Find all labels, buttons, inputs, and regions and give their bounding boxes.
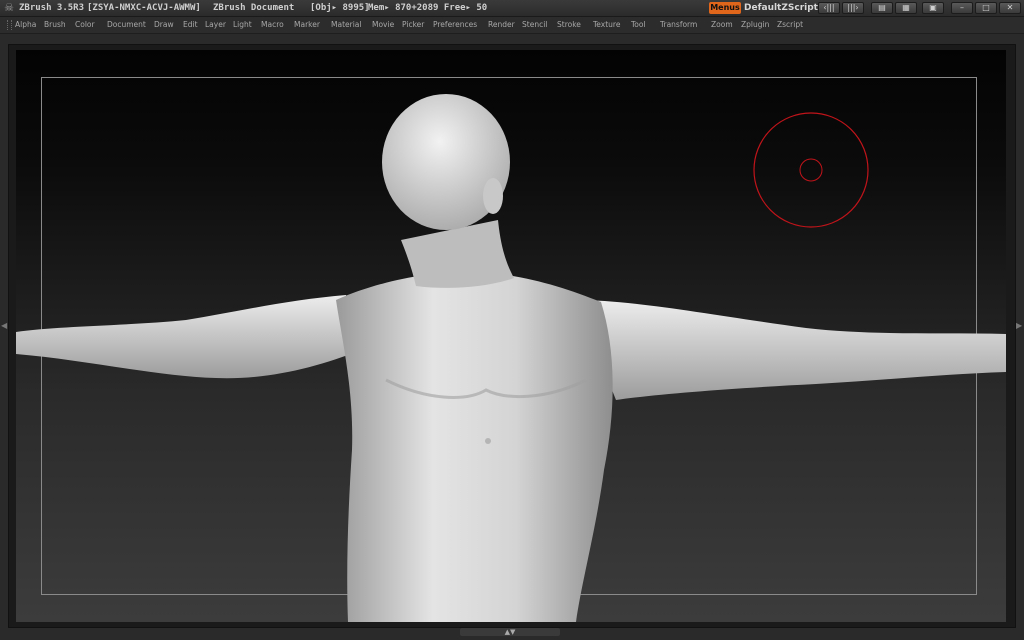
menu-texture[interactable]: Texture xyxy=(593,19,620,31)
menu-stencil[interactable]: Stencil xyxy=(522,19,547,31)
menu-transform[interactable]: Transform xyxy=(660,19,697,31)
model-nipple xyxy=(485,438,491,444)
menu-preferences[interactable]: Preferences xyxy=(433,19,477,31)
menu-grip-icon[interactable] xyxy=(7,20,12,30)
mem-readout: Mem▸ 870+2089 Free▸ 50 xyxy=(368,3,488,13)
menu-macro[interactable]: Macro xyxy=(261,19,284,31)
menu-layer[interactable]: Layer xyxy=(205,19,226,31)
restore-icon[interactable]: □ xyxy=(975,2,997,14)
menu-alpha[interactable]: Alpha xyxy=(15,19,36,31)
brush-cursor xyxy=(753,112,869,228)
menu-movie[interactable]: Movie xyxy=(372,19,394,31)
menu-light[interactable]: Light xyxy=(233,19,252,31)
model-neck xyxy=(401,220,514,288)
menu-zplugin[interactable]: Zplugin xyxy=(741,19,769,31)
menus-button[interactable]: Menus xyxy=(709,2,741,14)
minimize-icon[interactable]: – xyxy=(951,2,973,14)
menu-marker[interactable]: Marker xyxy=(294,19,320,31)
slider-right-icon[interactable]: |||› xyxy=(842,2,864,14)
menu-material[interactable]: Material xyxy=(331,19,361,31)
menu-tool[interactable]: Tool xyxy=(631,19,646,31)
document-canvas[interactable] xyxy=(16,50,1006,622)
zbrush-logo-icon: ☠ xyxy=(4,1,14,14)
bottom-tray-handle-icon[interactable]: ▲▼ xyxy=(460,628,560,636)
menu-document[interactable]: Document xyxy=(107,19,146,31)
menu-picker[interactable]: Picker xyxy=(402,19,424,31)
lock-icon[interactable]: ▣ xyxy=(922,2,944,14)
license-id: [ZSYA-NMXC-ACVJ-AWMW] xyxy=(87,3,201,13)
menu-bar: Alpha Brush Color Document Draw Edit Lay… xyxy=(0,17,1024,34)
model-right-arm xyxy=(576,300,1006,400)
default-zscript-label[interactable]: DefaultZScript xyxy=(744,1,818,15)
layout-alt-icon[interactable]: ▦ xyxy=(895,2,917,14)
app-title: ZBrush 3.5R3 xyxy=(19,3,85,13)
close-icon[interactable]: ✕ xyxy=(999,2,1021,14)
menu-color[interactable]: Color xyxy=(75,19,95,31)
title-bar: ☠ ZBrush 3.5R3 [ZSYA-NMXC-ACVJ-AWMW] ZBr… xyxy=(0,0,1024,17)
document-name: ZBrush Document xyxy=(213,3,295,13)
model-viewport[interactable] xyxy=(16,50,1006,622)
menu-brush[interactable]: Brush xyxy=(44,19,66,31)
menu-edit[interactable]: Edit xyxy=(183,19,198,31)
menu-render[interactable]: Render xyxy=(488,19,515,31)
layout-icon[interactable]: ▤ xyxy=(871,2,893,14)
right-tray-handle-icon[interactable]: ▶ xyxy=(1016,318,1022,334)
obj-readout: [Obj▸ 8995] xyxy=(310,3,370,13)
menu-zscript[interactable]: Zscript xyxy=(777,19,803,31)
menu-zoom[interactable]: Zoom xyxy=(711,19,733,31)
left-tray-handle-icon[interactable]: ◀ xyxy=(1,318,7,334)
menu-draw[interactable]: Draw xyxy=(154,19,174,31)
model-torso xyxy=(336,272,613,622)
menu-stroke[interactable]: Stroke xyxy=(557,19,581,31)
model-left-arm xyxy=(16,295,361,379)
model-ear xyxy=(483,178,503,214)
slider-left-icon[interactable]: ‹||| xyxy=(818,2,840,14)
